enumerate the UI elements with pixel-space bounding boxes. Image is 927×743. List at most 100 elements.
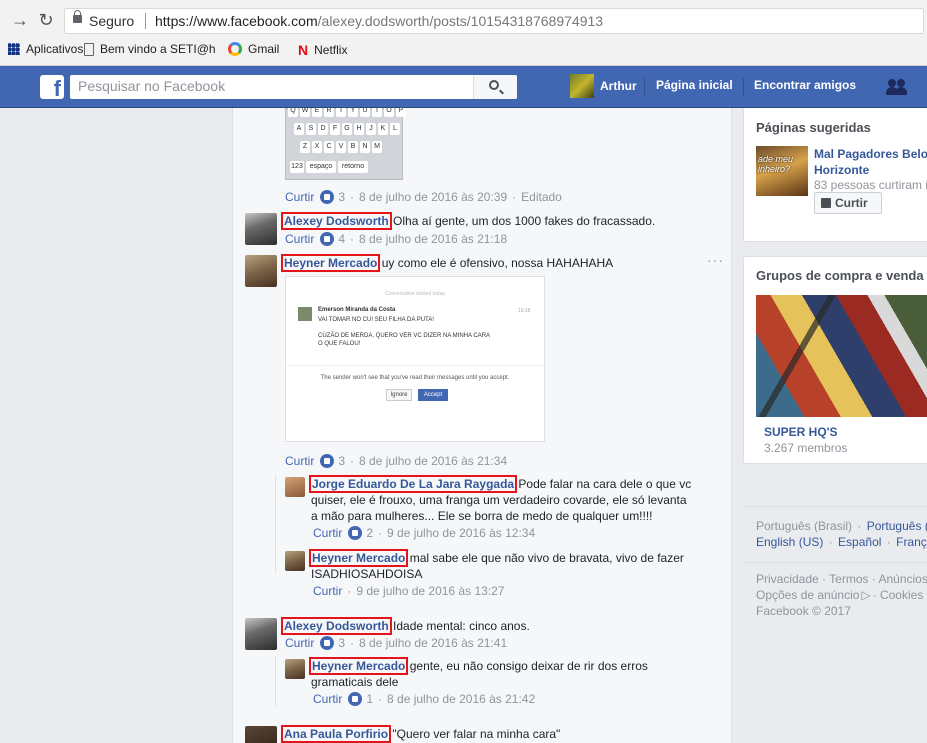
friend-requests-icon[interactable] — [886, 77, 910, 97]
avatar[interactable] — [245, 255, 277, 287]
reload-icon[interactable]: ↻ — [36, 10, 56, 31]
comment-meta: Curtir 3 · 8 de julho de 2016 às 20:39 ·… — [285, 190, 562, 204]
nav-find-friends-link[interactable]: Encontrar amigos — [754, 78, 856, 92]
profile-link[interactable]: Arthur — [570, 74, 637, 98]
avatar[interactable] — [285, 551, 305, 571]
keyboard-key: espaço — [306, 161, 336, 173]
secure-label: Seguro — [89, 13, 135, 29]
language-link[interactable]: Português ( — [867, 519, 927, 533]
meta-dot: · — [378, 526, 383, 540]
like-link[interactable]: Curtir — [285, 190, 314, 204]
language-link[interactable]: Español — [838, 535, 881, 549]
comment-text: ISADHIOSAHDOISA — [311, 567, 423, 581]
address-bar[interactable]: Seguro https://www.facebook.com/alexey.d… — [64, 8, 924, 34]
comment-image-keyboard[interactable]: QWERTYUIOP ASDFGHJKL ZXCVBNM 123 espaço re… — [285, 108, 406, 180]
comment-image-screenshot[interactable]: Conversation started today Emerson Miran… — [285, 276, 545, 442]
like-count-icon — [320, 636, 335, 650]
comment-meta: Curtir · 9 de julho de 2016 às 13:27 — [313, 584, 504, 598]
keyboard-key: N — [360, 141, 370, 153]
language-link[interactable]: English (US) — [756, 535, 823, 549]
comment-time[interactable]: 8 de julho de 2016 às 21:18 — [359, 232, 507, 246]
search-button[interactable] — [473, 75, 517, 99]
like-link[interactable]: Curtir — [313, 526, 342, 540]
like-page-button[interactable]: Curtir — [814, 192, 882, 214]
comment-body: Heyner Mercado mal sabe ele que não vivo… — [308, 549, 701, 582]
language-list: Português (Brasil) · Português ( English… — [756, 518, 927, 550]
bookmark-gmail[interactable]: Gmail — [228, 42, 279, 56]
comment-time[interactable]: 9 de julho de 2016 às 12:34 — [387, 526, 535, 540]
keyboard-key: U — [360, 108, 370, 117]
comment-meta: Curtir 3 · 8 de julho de 2016 às 21:34 — [285, 454, 507, 468]
like-link[interactable]: Curtir — [313, 584, 342, 598]
keyboard-key: Q — [288, 108, 298, 117]
bookmark-seti[interactable]: Bem vindo a SETI@h — [84, 42, 216, 56]
avatar[interactable] — [245, 726, 277, 743]
commenter-name[interactable]: Jorge Eduardo De La Jara Raygada — [308, 475, 518, 493]
divider — [286, 365, 544, 366]
comment-text: Pode falar na cara dele o que vc — [518, 477, 692, 491]
facebook-top-bar: f Arthur Página inicial Encontrar amigos — [0, 66, 927, 108]
comment-meta: Curtir 4 · 8 de julho de 2016 às 21:18 — [285, 232, 507, 246]
avatar[interactable] — [285, 477, 305, 497]
commenter-name[interactable]: Heyner Mercado — [308, 657, 409, 675]
like-link[interactable]: Curtir — [285, 232, 314, 246]
nav-divider — [743, 78, 744, 96]
comment-time[interactable]: 8 de julho de 2016 às 21:42 — [387, 692, 535, 706]
avatar[interactable] — [245, 618, 277, 650]
language-link[interactable]: Françai — [896, 535, 927, 549]
nav-home-link[interactable]: Página inicial — [656, 78, 733, 92]
suggested-pages-title: Páginas sugeridas — [756, 120, 871, 135]
keyboard-key: C — [324, 141, 334, 153]
meta-dot: · — [512, 190, 517, 204]
comment-body: Alexey Dodsworth Olha aí gente, um dos 1… — [281, 212, 655, 230]
like-link[interactable]: Curtir — [285, 454, 314, 468]
shot-line: O QUE FALOU! — [318, 341, 361, 347]
comment-time[interactable]: 8 de julho de 2016 às 21:41 — [359, 636, 507, 650]
keyboard-key: E — [312, 108, 322, 117]
keyboard-key: 123 — [290, 161, 304, 173]
facebook-logo-icon[interactable]: f — [40, 75, 64, 99]
comment-time[interactable]: 9 de julho de 2016 às 13:27 — [356, 584, 504, 598]
meta-dot: · — [350, 454, 355, 468]
commenter-name[interactable]: Ana Paula Porfirio — [280, 725, 392, 743]
keyboard-key: K — [378, 123, 388, 135]
commenter-name[interactable]: Alexey Dodsworth — [281, 617, 392, 635]
address-row: → ↻ Seguro https://www.facebook.com/alex… — [0, 6, 927, 36]
google-icon — [228, 42, 242, 56]
footer-links-line[interactable]: Privacidade · Termos · Anúncios — [756, 572, 927, 586]
footer-links: Privacidade · Termos · Anúncios Opções d… — [756, 571, 927, 619]
group-name-link[interactable]: SUPER HQ'S — [764, 425, 838, 439]
forward-icon[interactable]: → — [10, 10, 30, 31]
like-link[interactable]: Curtir — [313, 692, 342, 706]
bookmark-netflix[interactable]: N Netflix — [298, 42, 347, 58]
avatar[interactable] — [245, 213, 277, 245]
comment-time[interactable]: 8 de julho de 2016 às 21:34 — [359, 454, 507, 468]
groups-card: Grupos de compra e venda SUPER HQ'S 3.26… — [743, 256, 927, 464]
edited-label[interactable]: Editado — [521, 190, 562, 204]
keyboard-key: P — [396, 108, 406, 117]
keyboard-key: F — [330, 123, 340, 135]
like-count-icon — [348, 526, 363, 540]
keyboard-row: ZXCVBNM — [300, 141, 382, 153]
comment-text: gramaticais dele — [311, 675, 399, 689]
more-options-icon[interactable]: ··· — [707, 252, 724, 268]
search-input[interactable] — [78, 75, 478, 97]
page-thumbnail[interactable]: ade meu inheiro? — [756, 146, 808, 196]
like-link[interactable]: Curtir — [285, 636, 314, 650]
page-name-link[interactable]: Mal Pagadores Belo Horizonte — [814, 146, 927, 178]
url-text[interactable]: https://www.facebook.com/alexey.dodswort… — [155, 13, 603, 29]
comment-time[interactable]: 8 de julho de 2016 às 20:39 — [359, 190, 507, 204]
commenter-name[interactable]: Heyner Mercado — [308, 549, 409, 567]
avatar[interactable] — [285, 659, 305, 679]
comment-body: Heyner Mercado uy como ele é ofensivo, n… — [280, 254, 613, 272]
ad-choices-link[interactable]: Opções de anúncio — [756, 588, 859, 602]
comment-meta: Curtir 3 · 8 de julho de 2016 às 21:41 — [285, 636, 507, 650]
bookmark-apps[interactable]: Aplicativos — [8, 42, 83, 56]
shot-line: VAI TOMAR NO CU! SEU FILHA DA PUTA! — [318, 317, 434, 323]
keyboard-key: V — [336, 141, 346, 153]
commenter-name[interactable]: Alexey Dodsworth — [281, 212, 392, 230]
bookmark-label: Aplicativos — [26, 42, 84, 56]
cookies-link[interactable]: · Cookies — [873, 588, 924, 602]
group-cover-image[interactable] — [756, 295, 927, 417]
commenter-name[interactable]: Heyner Mercado — [280, 254, 381, 272]
